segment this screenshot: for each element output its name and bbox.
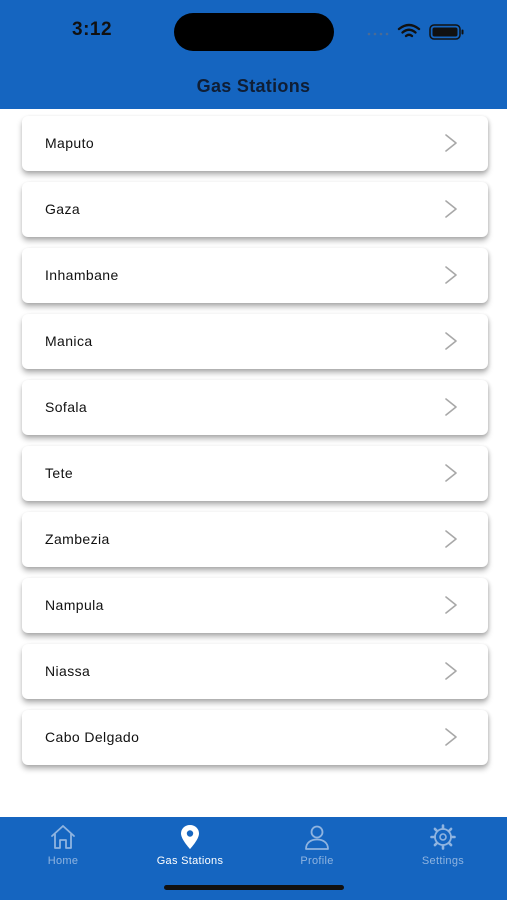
gear-icon [430,824,456,850]
tab-label: Gas Stations [156,855,224,867]
header-bar: 3:12 Gas Stations [0,0,507,109]
gas-stations-screen: 3:12 Gas Stations Maputo Gaza Inhambane … [0,0,507,900]
chevron-right-icon [445,728,457,746]
chevron-right-icon [445,398,457,416]
list-item-label: Cabo Delgado [45,729,140,745]
list-item-manica[interactable]: Manica [22,314,488,369]
tab-bar: Home Gas Stations Profile Settings [0,817,507,900]
list-item-cabo-delgado[interactable]: Cabo Delgado [22,710,488,765]
list-item-tete[interactable]: Tete [22,446,488,501]
list-item-inhambane[interactable]: Inhambane [22,248,488,303]
status-icons [367,23,464,40]
list-item-label: Tete [45,465,74,481]
chevron-right-icon [445,332,457,350]
dynamic-island [174,13,334,51]
signal-icon [367,32,389,36]
tab-settings[interactable]: Settings [380,817,506,877]
list-item-sofala[interactable]: Sofala [22,380,488,435]
status-time: 3:12 [72,19,113,40]
home-indicator [164,885,344,890]
chevron-right-icon [445,662,457,680]
tab-label: Home [47,855,79,867]
list-item-nampula[interactable]: Nampula [22,578,488,633]
home-icon [51,825,75,849]
chevron-right-icon [445,530,457,548]
list-item-gaza[interactable]: Gaza [22,182,488,237]
person-icon [305,825,329,850]
list-item-zambezia[interactable]: Zambezia [22,512,488,567]
chevron-right-icon [445,266,457,284]
tab-home[interactable]: Home [0,817,126,877]
location-pin-icon [181,825,199,849]
list-item-maputo[interactable]: Maputo [22,116,488,171]
list-item-label: Nampula [45,597,104,613]
page-title: Gas Stations [196,76,311,96]
tab-label: Profile [300,855,334,867]
chevron-right-icon [445,134,457,152]
chevron-right-icon [445,200,457,218]
wifi-icon [397,23,421,38]
tab-label: Settings [421,855,465,867]
list-item-label: Maputo [45,135,95,151]
list-item-label: Inhambane [45,267,119,283]
tab-gas-stations[interactable]: Gas Stations [127,817,253,877]
list-item-niassa[interactable]: Niassa [22,644,488,699]
battery-icon [429,24,464,40]
list-item-label: Zambezia [45,531,110,547]
list-item-label: Niassa [45,663,91,679]
chevron-right-icon [445,596,457,614]
list-item-label: Gaza [45,201,81,217]
list-item-label: Sofala [45,399,88,415]
tab-profile[interactable]: Profile [254,817,380,877]
chevron-right-icon [445,464,457,482]
list-item-label: Manica [45,333,93,349]
